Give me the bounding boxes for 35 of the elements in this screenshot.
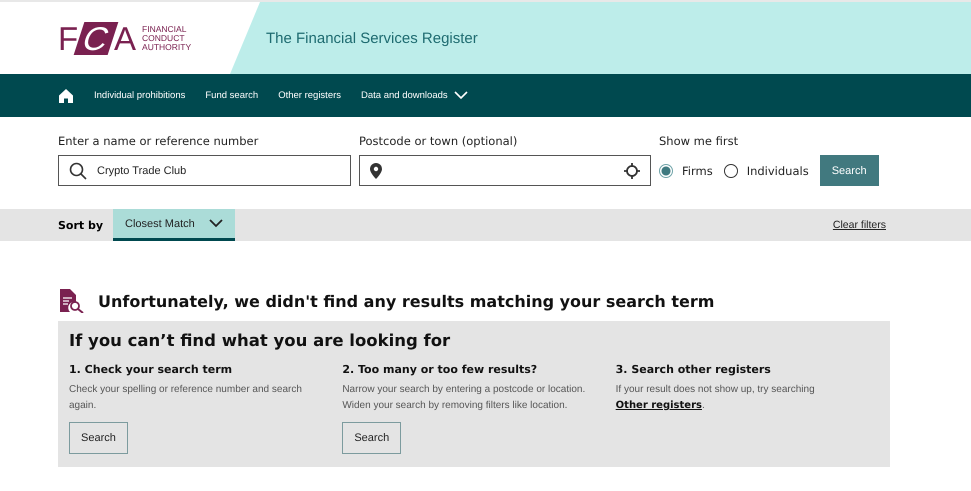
tip-heading: 1. Check your search term bbox=[69, 363, 232, 376]
radio-label[interactable]: Individuals bbox=[746, 164, 809, 178]
tip-heading: 2. Too many or too few results? bbox=[342, 363, 538, 376]
clear-filters-link[interactable]: Clear filters bbox=[832, 219, 886, 231]
sort-dropdown[interactable]: Closest Match bbox=[113, 209, 235, 241]
field-label: Show me first bbox=[659, 134, 740, 148]
tip-text: If your result does not show up, try searching Other registers. bbox=[616, 383, 816, 413]
search-button[interactable]: Search bbox=[820, 155, 879, 186]
search-button[interactable]: Search bbox=[69, 422, 128, 454]
other-registers-link[interactable]: Other registers bbox=[616, 400, 702, 411]
field-label: Postcode or town (optional) bbox=[359, 134, 518, 148]
radio-button[interactable] bbox=[659, 164, 673, 178]
name-search-field[interactable]: Crypto Trade Club bbox=[58, 155, 351, 186]
sort-label: Sort by bbox=[58, 218, 104, 232]
home-icon[interactable] bbox=[58, 88, 74, 104]
tip-text: Narrow your search by entering a postcode or location. Widen your search by removing filters like location. bbox=[342, 383, 586, 413]
radio-button[interactable] bbox=[724, 164, 738, 178]
no-results-message: Unfortunately, we didn't find any results matching your search term bbox=[98, 292, 714, 310]
nav-link[interactable]: Fund search bbox=[205, 90, 258, 101]
crosshair-icon[interactable] bbox=[624, 162, 640, 178]
location-pin-icon bbox=[370, 162, 382, 178]
radio-label[interactable]: Firms bbox=[682, 164, 713, 178]
chevron-icon bbox=[208, 219, 223, 228]
nav-link[interactable]: Individual prohibitions bbox=[94, 90, 186, 101]
nav-link[interactable]: Other registers bbox=[278, 90, 342, 101]
field-label: Enter a name or reference number bbox=[58, 134, 260, 148]
site-title: The Financial Services Register bbox=[266, 30, 478, 46]
search-icon bbox=[69, 162, 87, 180]
document-search-icon bbox=[60, 289, 86, 313]
search-button[interactable]: Search bbox=[342, 422, 402, 454]
tip-text: Check your spelling or reference number and search again. bbox=[69, 383, 303, 413]
tip-heading: 3. Search other registers bbox=[616, 363, 771, 376]
help-title: If you can’t find what you are looking for bbox=[69, 331, 452, 350]
location-field[interactable] bbox=[359, 155, 651, 186]
nav-link[interactable]: Data and downloads bbox=[361, 90, 468, 101]
